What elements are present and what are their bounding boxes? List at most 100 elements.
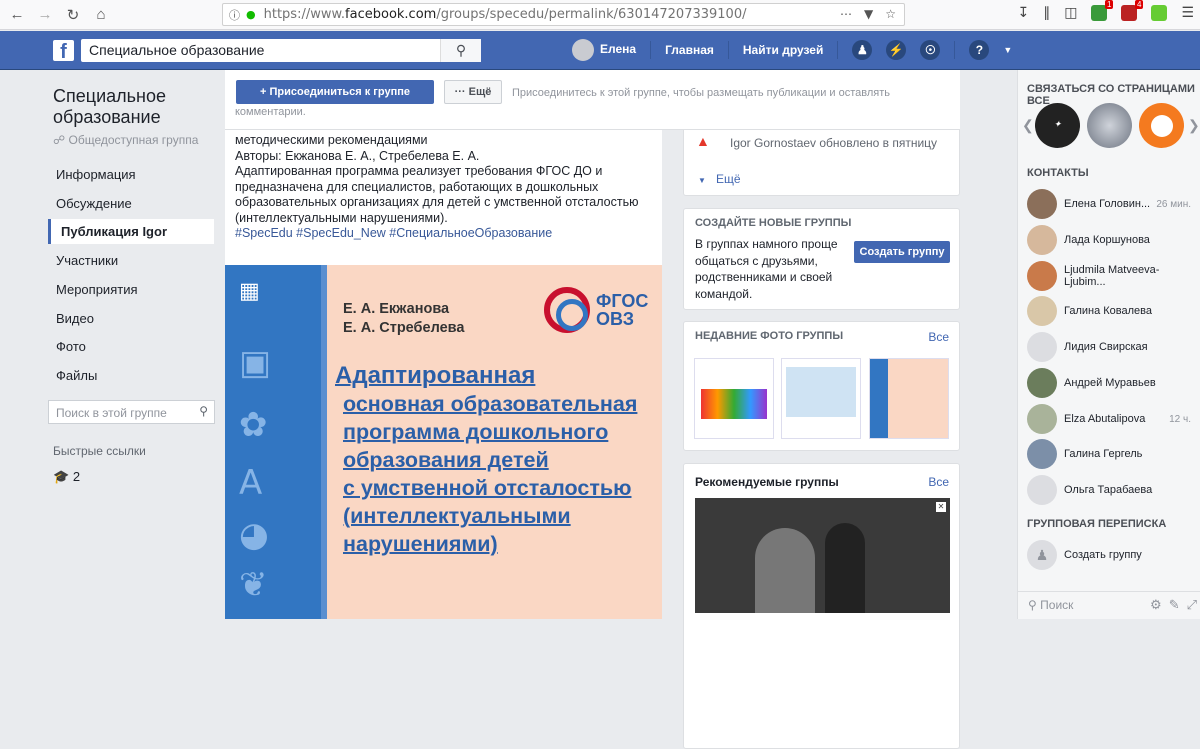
search-input[interactable]: Специальное образование [81,39,481,62]
back-icon[interactable]: ← [6,4,28,26]
files-card: ▲ Igor Gornostaev обновлено в пятницу ▼ … [683,130,960,196]
group-title[interactable]: Специальное образование [53,86,193,128]
post: методическими рекомендациями Авторы: Екж… [225,130,662,619]
forward-icon[interactable]: → [34,4,56,26]
nav-events[interactable]: Мероприятия [48,277,214,302]
more-button[interactable]: ··· Ещё [444,80,502,104]
contact-name: Андрей Муравьев [1064,377,1156,389]
contact-name: Елена Головин... [1064,198,1151,210]
bookmark-star-icon[interactable]: ☆ [885,7,896,21]
search-icon[interactable]: ⚲ [440,39,481,62]
recommended-all-link[interactable]: Все [928,475,949,489]
home-link[interactable]: Главная [665,43,714,57]
home-icon[interactable]: ⌂ [90,4,112,26]
join-group-button[interactable]: + Присоединиться к группе [236,80,434,104]
photo-thumbnail[interactable] [694,358,774,439]
notifications-globe-icon[interactable]: ☉ [920,40,941,60]
library-icon[interactable]: ∥ [1043,4,1050,21]
recent-photos-card: НЕДАВНИЕ ФОТО ГРУППЫ Все [683,321,960,451]
info-icon[interactable]: ⓘ [229,7,240,23]
nav-members[interactable]: Участники [48,248,214,273]
contact-item[interactable]: Елена Головин... 26 мин. [1027,189,1197,219]
contact-item[interactable]: Elza Abutalipova 12 ч. [1027,404,1197,434]
account-menu-icon[interactable]: ▼ [1003,45,1012,55]
graduation-cap-icon: 🎓 [53,469,70,484]
contact-item[interactable]: Лидия Свирская [1027,332,1197,362]
cover-title: Адаптированная основная образовательная … [335,362,637,558]
book-cover-image[interactable]: ▦ ▣ ✿ A ◕ ❦ Е. А. Екжанова Е. А. Стребел… [225,265,662,619]
avatar [1027,189,1057,219]
help-icon[interactable]: ? [969,40,990,60]
contact-item[interactable]: Галина Ковалева [1027,296,1197,326]
expand-icon[interactable]: ⤢ [1187,597,1197,613]
facebook-logo-icon[interactable]: f [53,40,74,61]
nav-discussion[interactable]: Обсуждение [48,191,214,216]
create-group-button[interactable]: Создать группу [854,241,950,263]
cover-blue-edge [321,265,327,619]
photo-thumbnail[interactable] [869,358,949,439]
quick-link-item[interactable]: 🎓 2 [53,469,80,485]
chat-search-placeholder: Поиск [1040,598,1074,612]
create-groups-header: СОЗДАЙТЕ НОВЫЕ ГРУППЫ [695,217,852,229]
post-line: методическими рекомендациями [235,133,428,147]
messenger-icon[interactable]: ⚡ [886,40,907,60]
contact-item[interactable]: Ljudmila Matveeva-Ljubim... [1027,261,1197,291]
extension-red-icon[interactable]: 4 [1121,0,1144,21]
page-avatar[interactable] [1139,103,1184,148]
nav-info[interactable]: Информация [48,162,214,187]
post-hashtags[interactable]: #SpecEdu #SpecEdu_New #СпециальноеОбразо… [235,226,655,242]
fgos-ring-icon [544,287,590,333]
more-files-link[interactable]: ▼ Ещё [698,172,741,186]
quick-links-header: Быстрые ссылки [53,444,146,458]
nav-photos[interactable]: Фото [48,334,214,359]
find-friends-link[interactable]: Найти друзей [743,43,823,57]
page-avatar[interactable]: ✦ [1035,103,1080,148]
photos-all-link[interactable]: Все [928,330,949,344]
contact-item[interactable]: Лада Коршунова [1027,225,1197,255]
contact-item[interactable]: Ольга Тарабаева [1027,475,1197,505]
contact-item[interactable]: Андрей Муравьев [1027,368,1197,398]
extension-download-icon[interactable] [1151,4,1168,21]
group-search-input[interactable]: Поиск в этой группе ⚲ [48,400,215,424]
contact-item[interactable]: Галина Гергель [1027,439,1197,469]
file-update-text[interactable]: Igor Gornostaev обновлено в пятницу [730,136,937,150]
profile-link[interactable]: Елена [572,39,636,61]
photo-person [755,528,815,613]
avatar [1027,475,1057,505]
publisher-logo-icon: ▦ [239,279,260,304]
gear-icon[interactable]: ⚙ [1150,597,1162,613]
recommended-group-photo[interactable]: ✕ [695,498,950,613]
nav-post-igor[interactable]: Публикация Igor [48,219,214,244]
chevron-left-icon[interactable]: ❮ [1022,117,1034,134]
url-bar[interactable]: ⓘ ● https://www. facebook.com/groups/spec… [222,3,905,26]
avatar [1027,404,1057,434]
recommended-groups-header: Рекомендуемые группы [695,475,839,489]
menu-icon[interactable]: ☰ [1181,4,1194,21]
join-group-bar: Присоединитесь к этой группе, чтобы разм… [225,70,960,130]
extension-green-icon[interactable]: 1 [1091,0,1114,21]
pocket-icon[interactable]: ▼ [864,7,873,21]
globe-icon: ☍ [53,133,69,147]
friend-requests-icon[interactable]: ♟ [852,40,873,60]
create-group-chat[interactable]: ♟ Создать группу [1027,540,1197,570]
nav-files[interactable]: Файлы [48,363,214,388]
chevron-right-icon[interactable]: ❯ [1188,117,1200,134]
chat-search-input[interactable]: ⚲ Поиск ⚙ ✎ ⤢ [1018,591,1200,619]
quick-link-count: 2 [72,469,81,484]
post-authors: Авторы: Екжанова Е. А., Стребелева Е. А. [235,148,480,163]
page-avatar[interactable] [1087,103,1132,148]
download-icon[interactable]: ↧ [1017,4,1029,21]
avatar [1027,332,1057,362]
close-icon[interactable]: ✕ [936,502,946,512]
search-icon[interactable]: ⚲ [199,404,208,418]
page-actions-icon[interactable]: ⋯ [840,7,852,21]
sidebar-icon[interactable]: ◫ [1064,4,1077,21]
nav-videos[interactable]: Видео [48,306,214,331]
photo-thumbnail[interactable] [781,358,861,439]
fgos-logo: ФГОС ОВЗ [544,287,648,333]
compose-icon[interactable]: ✎ [1169,597,1180,613]
contact-time: 12 ч. [1169,413,1191,425]
cover-title-line: образования детей [343,448,549,472]
reload-icon[interactable]: ↻ [62,4,84,26]
thumbnail-figures [701,389,767,419]
